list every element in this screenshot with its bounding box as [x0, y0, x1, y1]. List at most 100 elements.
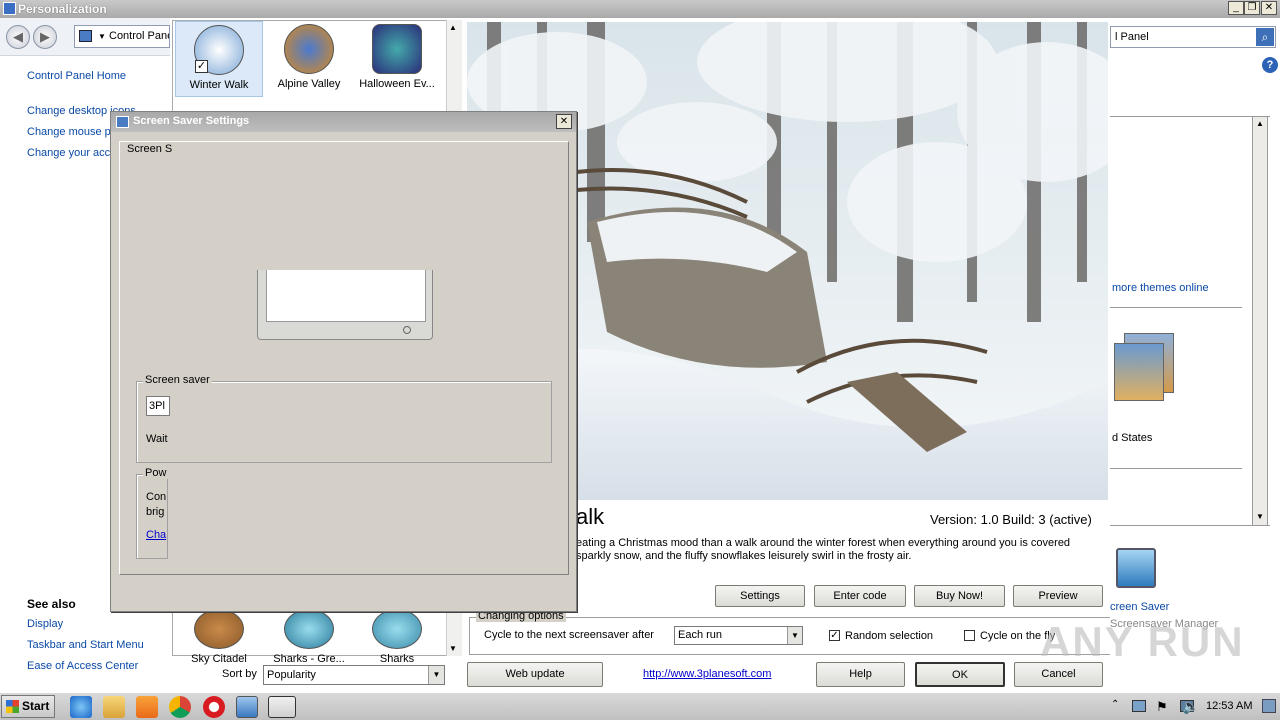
file-explorer-icon[interactable]	[103, 696, 125, 718]
settings-button[interactable]: Settings	[715, 585, 805, 607]
remote-desktop-icon[interactable]	[236, 696, 258, 718]
dropdown-arrow-icon: ▼	[98, 32, 106, 41]
divider	[1110, 307, 1242, 308]
ok-button[interactable]: OK	[915, 662, 1005, 687]
taskbar: Start ⌃ ⚑ 🔈 12:53 AM	[0, 692, 1280, 720]
tab-screen-saver[interactable]: Screen S	[127, 143, 172, 155]
taskbar-start-menu-link[interactable]: Taskbar and Start Menu	[27, 639, 144, 651]
back-button[interactable]: ◀	[6, 25, 30, 49]
network-icon[interactable]	[1132, 700, 1146, 712]
buy-now-button[interactable]: Buy Now!	[914, 585, 1005, 607]
chrome-icon[interactable]	[169, 696, 191, 718]
internet-explorer-icon[interactable]	[70, 696, 92, 718]
sky-citadel-thumbnail	[194, 609, 244, 649]
random-selection-checkbox[interactable]: ✓	[829, 630, 840, 641]
enter-code-button[interactable]: Enter code	[814, 585, 906, 607]
theme-preview-icon[interactable]	[1114, 333, 1174, 403]
control-panel-icon	[79, 30, 92, 42]
dropdown-arrow-icon: ▼	[428, 666, 444, 684]
windows-logo-icon	[6, 700, 19, 713]
address-bar[interactable]: ▼ Control Panel	[74, 25, 170, 48]
sharks-great-thumbnail	[284, 609, 334, 649]
ease-of-access-link[interactable]: Ease of Access Center	[27, 660, 138, 672]
start-button[interactable]: Start	[1, 695, 55, 718]
cycle-select[interactable]: Each run ▼	[674, 626, 803, 645]
screensaver-icon[interactable]	[1116, 548, 1156, 588]
change-power-settings-link[interactable]: Cha	[146, 529, 166, 541]
see-also-title: See also	[27, 597, 76, 611]
show-desktop-button[interactable]	[1262, 699, 1276, 713]
theme-label: Winter Walk	[189, 79, 249, 91]
power-icon	[403, 326, 411, 334]
dialog-title: Screen Saver Settings	[133, 115, 250, 127]
theme-label: Sharks	[379, 653, 415, 665]
screen-saver-settings-dialog: Screen Saver Settings ✕ Screen S Screen …	[110, 111, 577, 612]
search-box[interactable]: l Panel ⌕	[1110, 26, 1276, 48]
theme-label: Sky Citadel	[191, 653, 247, 665]
screen-saver-group: Screen saver	[136, 374, 552, 463]
theme-alpine-valley[interactable]: Alpine Valley	[265, 21, 353, 97]
dialog-close-button[interactable]: ✕	[556, 114, 572, 129]
clock[interactable]: 12:53 AM	[1206, 700, 1252, 712]
sort-by-select[interactable]: Popularity ▼	[263, 665, 445, 685]
screen-saver-icon	[116, 116, 129, 128]
sort-by-label: Sort by	[222, 668, 257, 680]
dropdown-arrow-icon: ▼	[787, 627, 802, 644]
theme-halloween[interactable]: Halloween Ev...	[353, 21, 441, 97]
halloween-thumbnail	[372, 24, 422, 74]
divider	[1110, 468, 1242, 469]
website-link[interactable]: http://www.3planesoft.com	[643, 668, 771, 680]
screen-saver-link[interactable]: creen Saver	[1110, 601, 1169, 613]
scroll-up-icon[interactable]: ▲	[1256, 119, 1264, 128]
screen-saver-select[interactable]: 3Pl	[146, 396, 170, 416]
personalization-task-icon[interactable]	[268, 696, 296, 718]
search-icon[interactable]: ⌕	[1256, 28, 1274, 46]
display-link[interactable]: Display	[27, 618, 63, 630]
restore-button[interactable]: ❐	[1244, 1, 1260, 15]
selected-checkbox-icon: ✓	[195, 60, 208, 73]
web-update-button[interactable]: Web update	[467, 662, 603, 687]
media-player-icon[interactable]	[136, 696, 158, 718]
right-panel: l Panel ⌕ ? ▲ ▼ more themes online d Sta…	[1110, 18, 1280, 690]
control-panel-home-link[interactable]: Control Panel Home	[27, 70, 126, 82]
preview-button[interactable]: Preview	[1013, 585, 1103, 607]
power-text-line-2: brig	[146, 506, 165, 518]
opera-icon[interactable]	[203, 696, 225, 718]
help-icon[interactable]: ?	[1262, 57, 1278, 73]
minimize-button[interactable]: _	[1228, 1, 1244, 15]
cycle-on-fly-checkbox[interactable]	[964, 630, 975, 641]
monitor-preview	[257, 270, 433, 340]
help-button[interactable]: Help	[816, 662, 905, 687]
window-titlebar: Personalization _ ❐ ✕	[0, 0, 1280, 18]
cycle-value: Each run	[678, 629, 723, 641]
dialog-titlebar: Screen Saver Settings ✕	[111, 112, 576, 132]
screensaver-name: alk	[576, 504, 605, 529]
theme-label: Sharks - Gre...	[273, 653, 345, 665]
wait-label: Wait	[146, 433, 168, 445]
close-button[interactable]: ✕	[1261, 1, 1277, 15]
more-themes-link[interactable]: more themes online	[1112, 282, 1209, 294]
search-value: l Panel	[1115, 31, 1149, 43]
forward-button[interactable]: ▶	[33, 25, 57, 49]
breadcrumb: Control Panel	[109, 30, 170, 42]
description-line-2: sparkly snow, and the fluffy snowflakes …	[576, 550, 912, 562]
scroll-down-icon[interactable]: ▼	[449, 644, 457, 653]
screen-saver-legend: Screen saver	[143, 374, 212, 386]
scroll-down-icon[interactable]: ▼	[1256, 512, 1264, 521]
description-line-1: eating a Christmas mood than a walk arou…	[576, 537, 1071, 549]
theme-label: Alpine Valley	[277, 78, 341, 90]
theme-label: Halloween Ev...	[359, 78, 435, 90]
scroll-up-icon[interactable]: ▲	[449, 23, 457, 32]
notification-chevron-icon[interactable]: ⌃	[1111, 699, 1119, 710]
random-selection-label: Random selection	[845, 630, 934, 642]
theme-winter-walk[interactable]: ✓ Winter Walk	[175, 21, 263, 97]
volume-icon[interactable]: 🔈	[1182, 698, 1199, 715]
power-text-line-1: Con	[146, 491, 167, 503]
theme-list-scrollbar[interactable]: ▲ ▼	[1252, 116, 1268, 526]
screen-saver-value: 3Pl	[149, 400, 165, 412]
action-center-flag-icon[interactable]: ⚑	[1156, 699, 1168, 715]
cycle-label: Cycle to the next screensaver after	[484, 629, 654, 641]
tab-content-panel	[119, 141, 569, 575]
watermark: ANY RUN	[1040, 618, 1245, 665]
sharks-thumbnail	[372, 609, 422, 649]
